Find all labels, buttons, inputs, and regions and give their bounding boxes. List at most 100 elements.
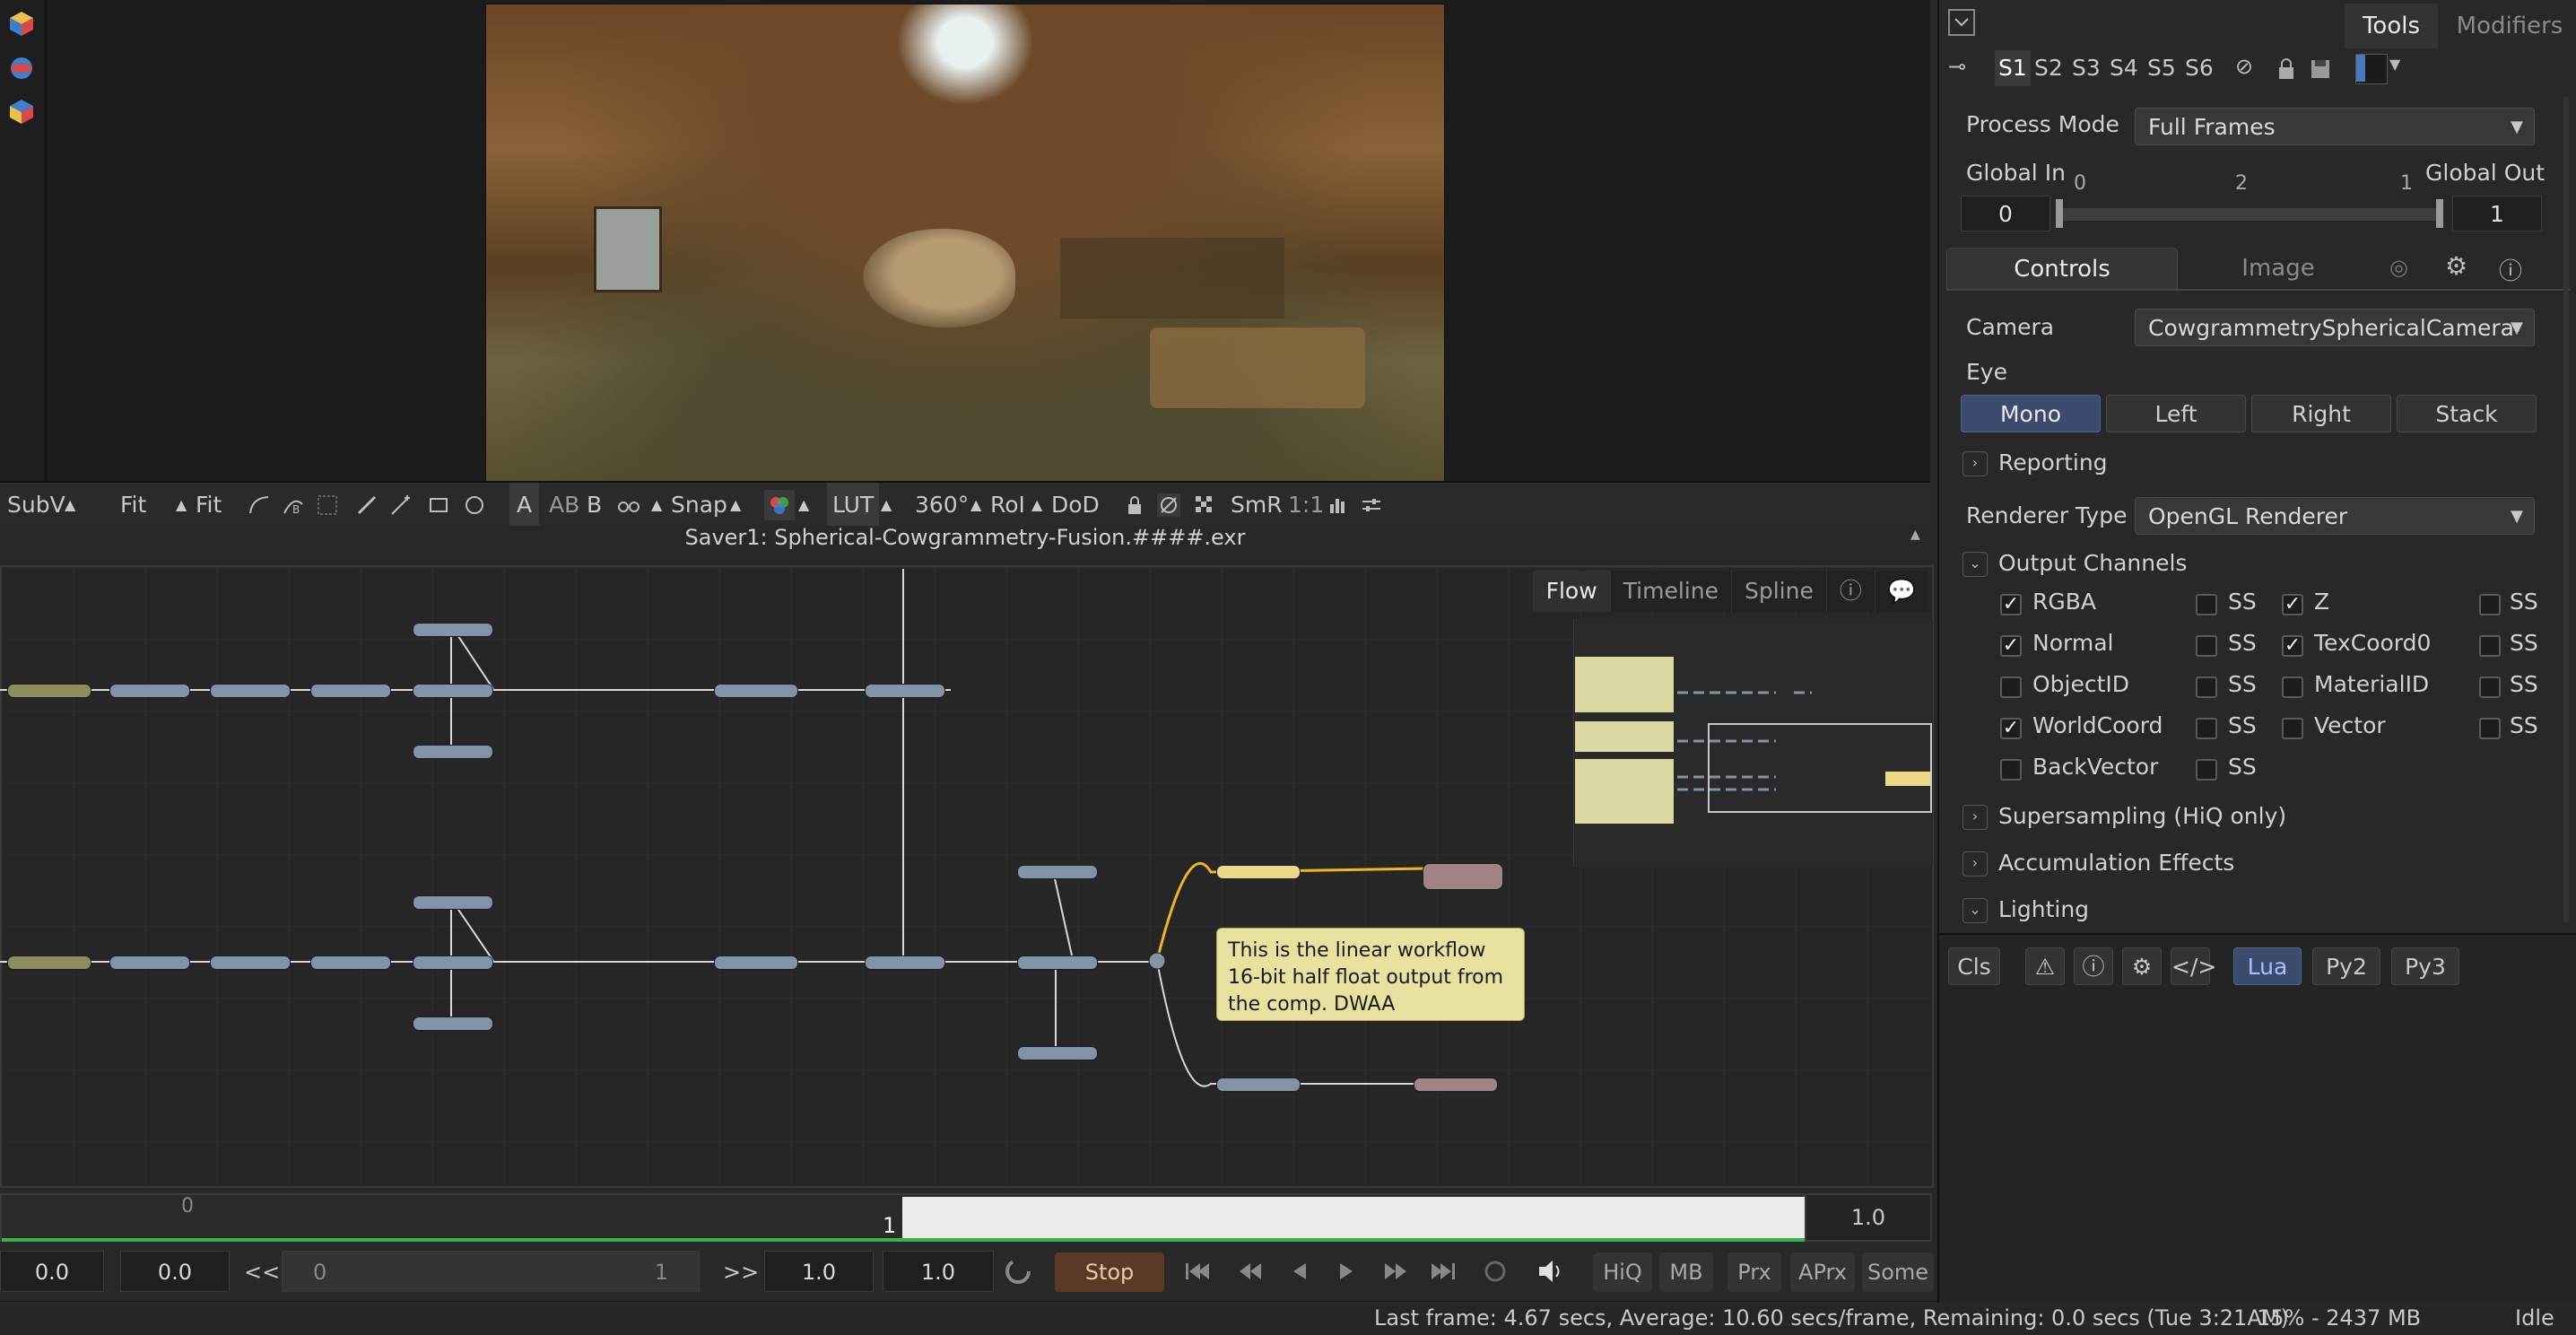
- subview-button[interactable]: SubV: [7, 483, 65, 528]
- gear-icon[interactable]: ⚙: [2445, 251, 2467, 281]
- flow-node[interactable]: [1017, 865, 1098, 879]
- color-swatch[interactable]: [2355, 54, 2388, 84]
- slot-s4[interactable]: S4: [2110, 50, 2138, 86]
- process-mode-dropdown[interactable]: Full Frames ▼: [2135, 108, 2535, 145]
- clear-console-button[interactable]: Cls: [1948, 947, 2000, 985]
- fit-button[interactable]: Fit: [120, 483, 146, 528]
- ss-checkbox[interactable]: [2196, 718, 2217, 739]
- flow-node[interactable]: [413, 955, 493, 970]
- mb-button[interactable]: MB: [1659, 1252, 1713, 1292]
- flow-node[interactable]: [413, 895, 493, 910]
- flow-node[interactable]: [210, 684, 291, 698]
- slot-s5[interactable]: S5: [2147, 50, 2176, 86]
- text-a-icon[interactable]: A: [509, 483, 540, 528]
- paint-icon[interactable]: [355, 493, 379, 517]
- end-frame-field[interactable]: 1.0: [1805, 1193, 1932, 1242]
- global-out-field[interactable]: 1: [2452, 196, 2542, 231]
- saver-node[interactable]: [1423, 863, 1503, 890]
- dropdown-arrow-icon[interactable]: ▲: [970, 483, 981, 528]
- reporting-section[interactable]: › Reporting: [1962, 445, 2108, 481]
- slot-s1[interactable]: S1: [1995, 50, 2031, 86]
- slot-s6[interactable]: S6: [2185, 50, 2214, 86]
- lut-button[interactable]: LUT: [827, 483, 880, 528]
- tab-controls[interactable]: Controls: [1946, 248, 2178, 291]
- saver-node-selected[interactable]: [1216, 865, 1301, 879]
- slot-s3[interactable]: S3: [2072, 50, 2101, 86]
- flow-node[interactable]: [210, 955, 291, 970]
- accumulation-section[interactable]: › Accumulation Effects: [1962, 845, 2234, 881]
- flow-node[interactable]: [413, 745, 493, 759]
- flow-node[interactable]: [714, 955, 798, 970]
- global-in-field[interactable]: 0: [1961, 196, 2050, 231]
- normal-checkbox[interactable]: ✓: [2000, 635, 2022, 657]
- dropdown-arrow-icon[interactable]: ▲: [798, 483, 809, 528]
- render-start-field[interactable]: 0.0: [120, 1251, 230, 1292]
- ss-checkbox[interactable]: [2479, 718, 2501, 739]
- py2-button[interactable]: Py2: [2312, 947, 2380, 985]
- tab-modifiers[interactable]: Modifiers: [2445, 4, 2574, 48]
- eye-stack-button[interactable]: Stack: [2397, 395, 2537, 432]
- glasses-icon[interactable]: [617, 493, 640, 517]
- eye-left-button[interactable]: Left: [2106, 395, 2246, 432]
- render-end-field[interactable]: 1.0: [764, 1251, 874, 1292]
- flow-node[interactable]: [1017, 955, 1098, 970]
- polyline-icon[interactable]: [248, 493, 271, 517]
- backvector-checkbox[interactable]: [2000, 759, 2022, 781]
- supersampling-section[interactable]: › Supersampling (HiQ only): [1962, 798, 2286, 834]
- grid-icon[interactable]: [316, 493, 339, 517]
- global-range-slider[interactable]: [2059, 208, 2441, 221]
- camera-tab-icon[interactable]: ◎: [2389, 255, 2408, 280]
- prx-button[interactable]: Prx: [1727, 1252, 1781, 1292]
- pin-icon[interactable]: ⊸: [1948, 54, 1966, 79]
- forward-range-button[interactable]: >>: [723, 1260, 759, 1285]
- materialid-checkbox[interactable]: [2282, 676, 2303, 698]
- hiq-button[interactable]: HiQ: [1593, 1252, 1652, 1292]
- lock-icon[interactable]: [1123, 493, 1146, 517]
- vector-checkbox[interactable]: [2282, 718, 2303, 739]
- collapse-arrow-icon[interactable]: ▲: [1910, 528, 1920, 542]
- dropdown-arrow-icon[interactable]: ▲: [651, 483, 662, 528]
- eye-right-button[interactable]: Right: [2251, 395, 2391, 432]
- worldcoord-checkbox[interactable]: ✓: [2000, 718, 2022, 739]
- sticky-note[interactable]: This is the linear workflow 16-bit half …: [1216, 928, 1525, 1021]
- range-handle-left[interactable]: [2056, 199, 2063, 228]
- loop-icon[interactable]: [1480, 1256, 1510, 1287]
- flow-node[interactable]: [413, 623, 493, 637]
- flow-node[interactable]: [310, 955, 391, 970]
- play-icon[interactable]: [1331, 1256, 1362, 1287]
- dropdown-arrow-icon[interactable]: ▲: [730, 483, 741, 528]
- 3d-cube-icon[interactable]: [7, 9, 36, 38]
- navigator-viewport[interactable]: [1708, 723, 1932, 813]
- global-end-field[interactable]: 1.0: [883, 1251, 994, 1292]
- step-forward-icon[interactable]: [1381, 1256, 1412, 1287]
- py3-button[interactable]: Py3: [2391, 947, 2459, 985]
- 3d-sphere-icon[interactable]: [7, 54, 36, 83]
- color-channels-icon[interactable]: [764, 490, 795, 520]
- 3d-box-icon[interactable]: [7, 97, 36, 126]
- info-icon[interactable]: ⓘ: [2499, 253, 2522, 286]
- histogram-icon[interactable]: [1326, 493, 1349, 517]
- save-icon[interactable]: [2309, 57, 2332, 81]
- play-reverse-icon[interactable]: [1284, 1256, 1315, 1287]
- texcoord0-checkbox[interactable]: ✓: [2282, 635, 2303, 657]
- viewer-image[interactable]: [485, 4, 1445, 483]
- dod-button[interactable]: DoD: [1051, 483, 1100, 528]
- rgba-checkbox[interactable]: ✓: [2000, 594, 2022, 615]
- flow-node[interactable]: [714, 684, 798, 698]
- dropdown-arrow-icon[interactable]: ▲: [176, 483, 187, 528]
- flow-node[interactable]: [865, 684, 945, 698]
- range-handle-right[interactable]: [2436, 199, 2443, 228]
- bspline-icon[interactable]: B: [282, 493, 305, 517]
- flow-node[interactable]: [1216, 1078, 1301, 1092]
- output-channels-section[interactable]: ⌄ Output Channels: [1962, 545, 2187, 581]
- flow-node[interactable]: [865, 955, 945, 970]
- lua-button[interactable]: Lua: [2233, 947, 2302, 985]
- saver-node[interactable]: [1414, 1078, 1498, 1092]
- flow-node[interactable]: [109, 684, 190, 698]
- ss-checkbox[interactable]: [2196, 759, 2217, 781]
- inspector-scrollbar[interactable]: [2563, 97, 2569, 922]
- ss-checkbox[interactable]: [2196, 635, 2217, 657]
- flow-node[interactable]: [413, 684, 493, 698]
- code-icon[interactable]: </>: [2171, 947, 2216, 985]
- camera-dropdown[interactable]: CowgrammetrySphericalCamera ▼: [2135, 309, 2535, 346]
